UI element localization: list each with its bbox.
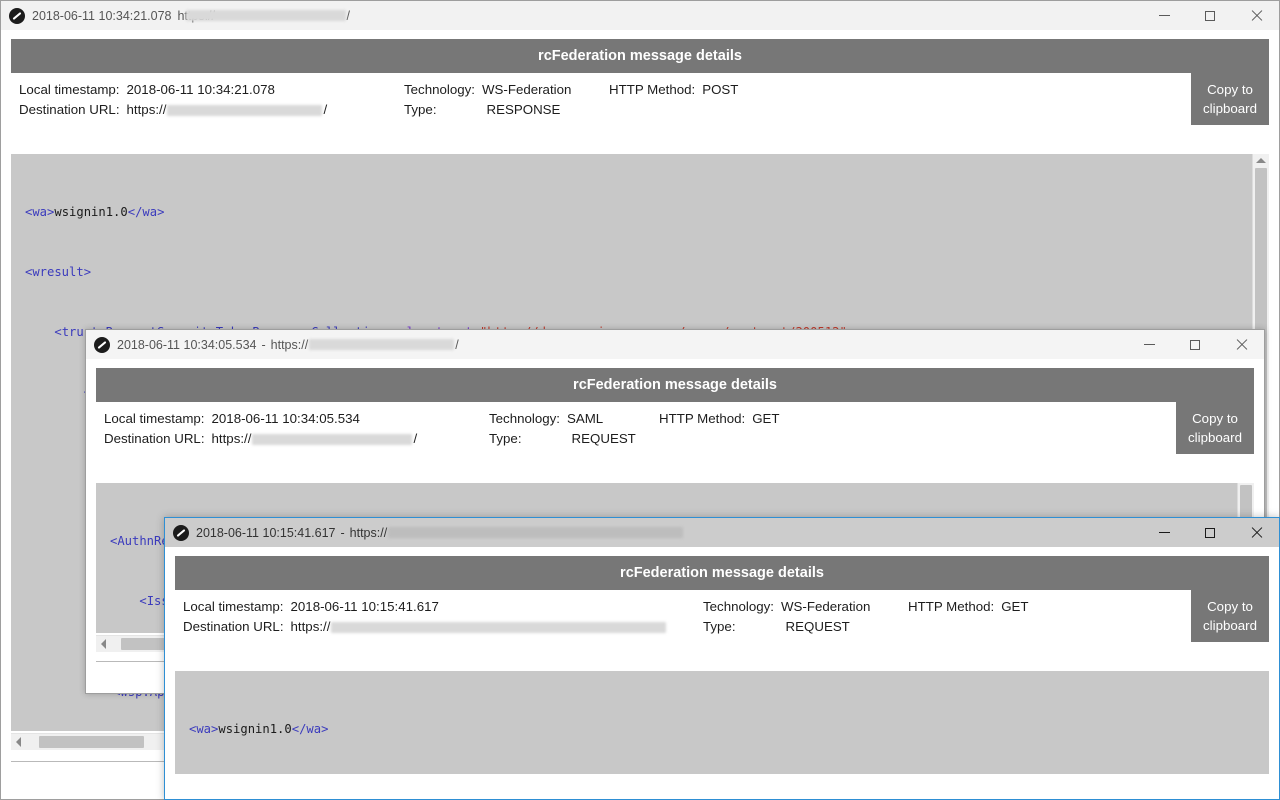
label-local-timestamp-3: Local timestamp: xyxy=(183,599,284,614)
window-controls-3 xyxy=(1141,518,1279,547)
value-http-method-1: POST xyxy=(702,82,739,97)
minimize-icon[interactable] xyxy=(1141,1,1187,30)
xml-line: <wa>wsignin1.0</wa> xyxy=(25,205,165,219)
value-local-timestamp-3: 2018-06-11 10:15:41.617 xyxy=(290,599,439,614)
window-controls-2 xyxy=(1126,330,1264,359)
copy-to-clipboard-button-2[interactable]: Copy to clipboard xyxy=(1176,402,1254,454)
value-technology-3: WS-Federation xyxy=(780,599,871,614)
scroll-left-arrow-icon-1[interactable] xyxy=(16,737,21,747)
label-http-method-3: HTTP Method: xyxy=(908,599,995,614)
url-scheme-2: https:// xyxy=(211,431,252,446)
scroll-up-arrow-icon-1[interactable] xyxy=(1256,158,1266,163)
xml-line: <wresult> xyxy=(25,265,92,279)
label-destination-url-2: Destination URL: xyxy=(104,431,205,446)
url-scheme-3: https:// xyxy=(290,619,331,634)
scroll-left-arrow-icon-2[interactable] xyxy=(101,639,106,649)
url-slash-1: / xyxy=(323,102,328,117)
label-type-1: Type: xyxy=(404,102,437,117)
title-url-scheme-2: https:// xyxy=(270,337,309,352)
window-title-saml-request: 2018-06-11 10:34:05.534 xyxy=(117,338,256,352)
value-destination-url-1: https:// / xyxy=(127,100,328,120)
window-wsfed-request[interactable]: 2018-06-11 10:15:41.617 - https:// rcFed… xyxy=(164,517,1280,800)
meta-panel-2: Local timestamp: 2018-06-11 10:34:05.534… xyxy=(96,402,1254,457)
label-local-timestamp-2: Local timestamp: xyxy=(104,411,205,426)
redacted-url-2 xyxy=(252,433,413,445)
copy-label-line2-2: clipboard xyxy=(1188,430,1242,445)
redacted-url-title-2 xyxy=(309,339,455,350)
page-wsfed-request: rcFederation message details Local times… xyxy=(165,547,1279,799)
title-url-trailing-2: / xyxy=(455,337,459,352)
value-technology-2: SAML xyxy=(566,411,604,426)
label-type-2: Type: xyxy=(489,431,522,446)
label-local-timestamp-1: Local timestamp: xyxy=(19,82,120,97)
close-icon[interactable] xyxy=(1233,518,1279,547)
value-http-method-2: GET xyxy=(752,411,780,426)
maximize-icon[interactable] xyxy=(1187,1,1233,30)
title-dash-3: - xyxy=(340,525,345,540)
title-timestamp: 2018-06-11 10:34:21.078 xyxy=(32,8,172,23)
label-technology-2: Technology: xyxy=(489,411,560,426)
value-type-2: REQUEST xyxy=(571,431,636,446)
url-slash-2: / xyxy=(413,431,418,446)
value-local-timestamp-2: 2018-06-11 10:34:05.534 xyxy=(211,411,360,426)
xml-content-3[interactable]: <wa>wsignin1.0</wa> <wtrealm>https:///</… xyxy=(175,671,1269,774)
titlebar-saml-request[interactable]: 2018-06-11 10:34:05.534 - https:// / xyxy=(86,330,1264,359)
footer-3: © 2017 www.rcfed.com xyxy=(165,787,1279,799)
label-http-method-1: HTTP Method: xyxy=(609,82,696,97)
banner-title-2: rcFederation message details xyxy=(96,368,1254,402)
titlebar-wsfed-response[interactable]: 2018-06-11 10:34:21.078https:// / xyxy=(1,1,1279,30)
copy-to-clipboard-button-1[interactable]: Copy to clipboard xyxy=(1191,73,1269,125)
copy-label-line2-1: clipboard xyxy=(1203,101,1257,116)
title-timestamp: 2018-06-11 10:15:41.617 xyxy=(196,525,336,540)
value-type-3: REQUEST xyxy=(785,619,850,634)
redacted-url-3 xyxy=(331,621,667,633)
close-icon[interactable] xyxy=(1218,330,1264,359)
title-dash xyxy=(181,9,184,23)
compass-icon xyxy=(9,7,25,24)
titlebar-wsfed-request[interactable]: 2018-06-11 10:15:41.617 - https:// xyxy=(165,518,1279,547)
copy-label-line2-3: clipboard xyxy=(1203,618,1257,633)
copy-to-clipboard-button-3[interactable]: Copy to clipboard xyxy=(1191,590,1269,642)
title-url-trailing: / xyxy=(346,8,350,23)
url-scheme-1: https:// xyxy=(126,102,167,117)
redacted-url-title-1 xyxy=(185,10,346,21)
banner-title-3: rcFederation message details xyxy=(175,556,1269,590)
label-technology-3: Technology: xyxy=(703,599,774,614)
value-destination-url-3: https:// xyxy=(291,617,668,637)
label-http-method-2: HTTP Method: xyxy=(659,411,746,426)
redacted-url-1 xyxy=(167,104,323,116)
compass-icon xyxy=(173,524,189,541)
redacted-url-title-3 xyxy=(388,527,684,538)
window-controls-1 xyxy=(1141,1,1279,30)
value-local-timestamp-1: 2018-06-11 10:34:21.078 xyxy=(126,82,275,97)
minimize-icon[interactable] xyxy=(1126,330,1172,359)
banner-title-1: rcFederation message details xyxy=(11,39,1269,73)
label-technology-1: Technology: xyxy=(404,82,475,97)
desktop-stage: 2018-06-11 10:34:21.078https:// / rcFede… xyxy=(0,0,1280,800)
value-type-1: RESPONSE xyxy=(486,102,561,117)
copy-label-line1-1: Copy to xyxy=(1207,82,1253,97)
minimize-icon[interactable] xyxy=(1141,518,1187,547)
close-icon[interactable] xyxy=(1233,1,1279,30)
horizontal-scroll-thumb-1[interactable] xyxy=(39,736,144,748)
title-url-scheme-3: https:// xyxy=(349,525,388,540)
value-http-method-3: GET xyxy=(1001,599,1029,614)
xml-line: <wa>wsignin1.0</wa> xyxy=(189,722,329,736)
meta-panel-1: Local timestamp: 2018-06-11 10:34:21.078… xyxy=(11,73,1269,128)
meta-panel-3: Local timestamp: 2018-06-11 10:15:41.617… xyxy=(175,590,1269,645)
maximize-icon[interactable] xyxy=(1187,518,1233,547)
value-destination-url-2: https:// / xyxy=(212,429,418,449)
maximize-icon[interactable] xyxy=(1172,330,1218,359)
title-dash-2: - xyxy=(261,337,266,352)
window-title-wsfed-request: 2018-06-11 10:15:41.617 xyxy=(196,526,335,540)
label-type-3: Type: xyxy=(703,619,736,634)
label-destination-url-1: Destination URL: xyxy=(19,102,120,117)
title-timestamp: 2018-06-11 10:34:05.534 xyxy=(117,337,257,352)
label-destination-url-3: Destination URL: xyxy=(183,619,284,634)
compass-icon xyxy=(94,336,110,353)
value-technology-1: WS-Federation xyxy=(481,82,572,97)
copy-label-line1-2: Copy to xyxy=(1192,411,1238,426)
copy-label-line1-3: Copy to xyxy=(1207,599,1253,614)
